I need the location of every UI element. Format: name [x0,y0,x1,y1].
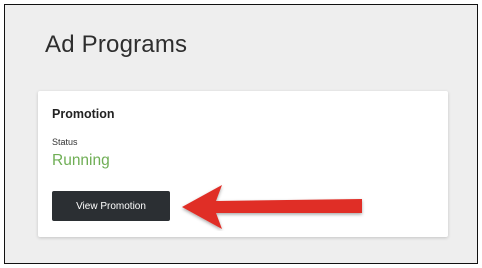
page-title: Ad Programs [45,31,188,58]
status-label: Status [52,137,78,147]
arrow-shape [182,185,362,229]
card-title: Promotion [52,107,115,121]
view-promotion-button[interactable]: View Promotion [52,191,170,221]
status-value: Running [52,152,110,169]
red-arrow-icon [182,185,362,229]
